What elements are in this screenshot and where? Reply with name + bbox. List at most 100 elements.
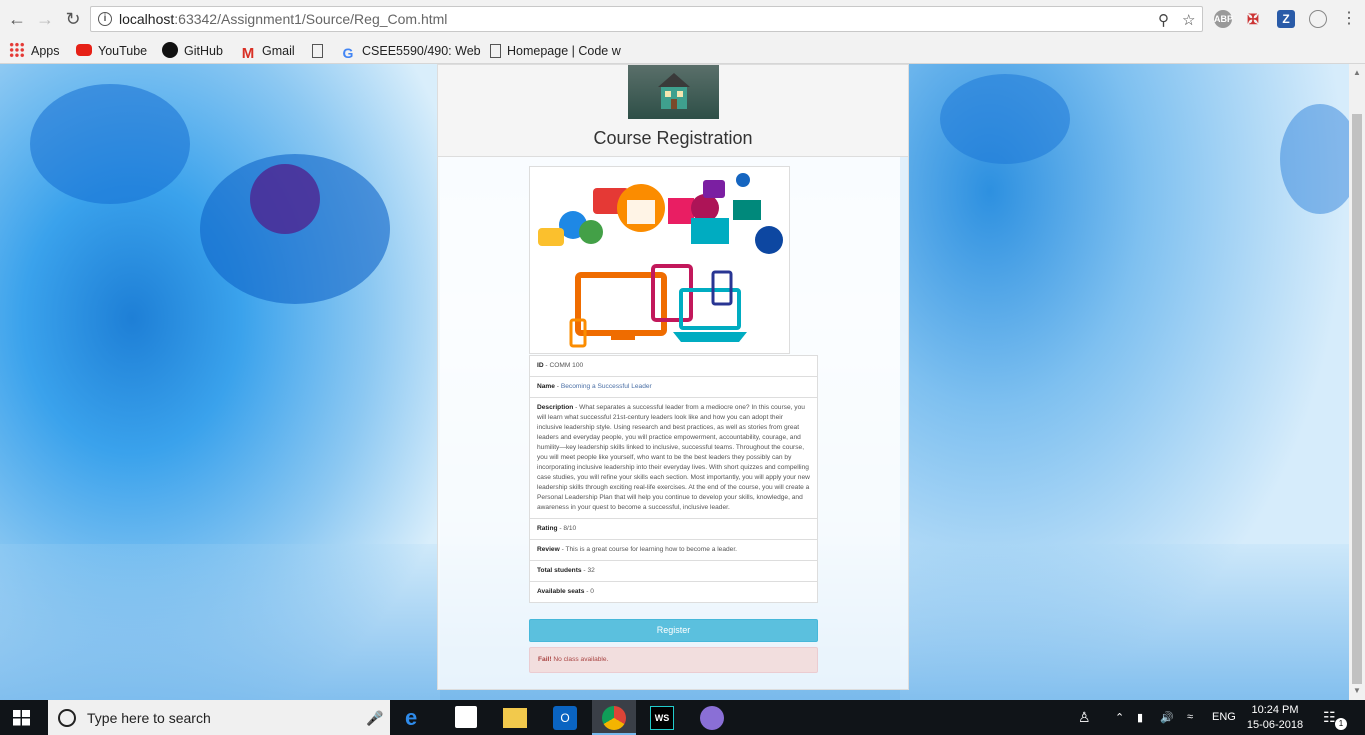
bookmark-label: YouTube (98, 44, 148, 58)
scrollbar-thumb[interactable] (1352, 114, 1362, 684)
wifi-icon[interactable]: ≈ (1187, 711, 1193, 723)
fail-alert: Fail! No class available. (529, 647, 818, 673)
id-label: ID (537, 362, 544, 369)
course-details-list: ID - COMM 100 Name - Becoming a Successf… (529, 355, 818, 603)
google-icon: G (342, 45, 354, 61)
bookmark-label: GitHub (184, 44, 223, 58)
students-label: Total students (537, 567, 582, 574)
file-explorer-icon[interactable] (503, 708, 527, 728)
pdf-extension-icon[interactable]: ✠ (1244, 10, 1262, 28)
page-scrollbar[interactable]: ▲ ▼ (1349, 64, 1365, 700)
description-label: Description (537, 404, 574, 411)
orchid-petal (30, 84, 190, 204)
outlook-icon[interactable]: O (553, 706, 577, 730)
search-placeholder: Type here to search (87, 710, 211, 726)
page-viewport: Course Registration ID - COMM 100 Name -… (0, 64, 1349, 700)
people-icon[interactable]: ♙ (1078, 709, 1091, 726)
alert-strong: Fail! (538, 656, 552, 663)
scroll-down-icon[interactable]: ▼ (1353, 686, 1361, 695)
page-title: Course Registration (593, 128, 753, 148)
forward-arrow-icon[interactable]: → (34, 8, 56, 30)
page-icon (312, 44, 323, 58)
battery-icon[interactable]: ▮ (1137, 711, 1143, 724)
windows-taskbar: Type here to search 🎤 e O WS ♙ ⌃ ▮ 🔊 ≈ E… (0, 700, 1365, 735)
orchid-center (250, 164, 320, 234)
reload-icon[interactable]: ↻ (62, 8, 84, 30)
register-button[interactable]: Register (529, 619, 818, 642)
review-label: Review (537, 546, 560, 553)
url-host: localhost (119, 11, 175, 27)
course-name-row: Name - Becoming a Successful Leader (529, 376, 818, 398)
alert-text: No class available. (553, 656, 609, 663)
gmail-icon: M (241, 45, 255, 62)
bookmark-github[interactable]: GitHub (162, 42, 223, 60)
chrome-icon (602, 706, 626, 730)
course-review-row: Review - This is a great course for lear… (529, 539, 818, 561)
language-indicator[interactable]: ENG (1212, 711, 1236, 723)
bookmark-csee[interactable]: G CSEE5590/490: Web (340, 42, 481, 61)
card-header: Course Registration (438, 65, 908, 157)
edge-browser-icon[interactable]: e (405, 706, 429, 730)
menu-kebab-icon[interactable]: ⋮ (1338, 8, 1360, 30)
back-arrow-icon[interactable]: ← (6, 8, 28, 30)
store-icon[interactable] (455, 706, 477, 728)
bookmark-label: Apps (31, 44, 60, 58)
course-illustration (529, 166, 790, 354)
clock-date: 15-06-2018 (1246, 719, 1304, 731)
youtube-icon (76, 44, 92, 56)
course-students-row: Total students - 32 (529, 560, 818, 582)
bookmark-label: Homepage | Code w (507, 44, 621, 58)
course-description-row: Description - What separates a successfu… (529, 397, 818, 519)
orchid-petal (940, 74, 1070, 164)
bookmark-gmail[interactable]: M Gmail (240, 42, 295, 62)
id-value: COMM 100 (549, 362, 584, 369)
taskbar-clock[interactable]: 10:24 PM 15-06-2018 (1245, 703, 1305, 733)
github-icon (162, 42, 178, 58)
rating-value: 8/10 (563, 525, 577, 532)
volume-icon[interactable]: 🔊 (1160, 711, 1174, 724)
address-bar[interactable]: i localhost:63342/Assignment1/Source/Reg… (90, 6, 1203, 32)
browser-toolbar: ← → ↻ i localhost:63342/Assignment1/Sour… (0, 0, 1365, 38)
scroll-up-icon[interactable]: ▲ (1353, 68, 1361, 77)
clock-time: 10:24 PM (1251, 704, 1299, 716)
webstorm-icon[interactable]: WS (650, 706, 674, 730)
windows-start-icon[interactable] (13, 710, 30, 726)
name-value: Becoming a Successful Leader (560, 383, 652, 390)
bookmark-label: Gmail (262, 44, 295, 58)
bookmarks-bar: Apps YouTube GitHub M Gmail G CSEE5590/490… (0, 38, 1365, 64)
rating-label: Rating (537, 525, 558, 532)
students-value: 32 (587, 567, 595, 574)
url-path: :63342/Assignment1/Source/Reg_Com.html (174, 11, 448, 27)
bookmark-homepage[interactable]: Homepage | Code w (490, 42, 621, 60)
tray-chevron-icon[interactable]: ⌃ (1115, 711, 1124, 724)
extension-circle-icon[interactable] (1309, 10, 1327, 28)
taskbar-search-box[interactable]: Type here to search 🎤 (48, 700, 390, 735)
name-label: Name (537, 383, 555, 390)
action-center-icon[interactable]: ☷ (1323, 709, 1336, 726)
info-icon[interactable]: i (98, 12, 112, 26)
course-id-row: ID - COMM 100 (529, 355, 818, 377)
adblock-plus-icon[interactable]: ABP (1214, 10, 1233, 28)
house-logo-image (628, 65, 719, 119)
notification-badge: 1 (1335, 718, 1347, 730)
zoom-search-icon[interactable]: ⚲ (1158, 11, 1169, 29)
apps-grid-icon (9, 42, 25, 58)
url-text[interactable]: localhost:63342/Assignment1/Source/Reg_C… (119, 11, 447, 27)
description-value: What separates a successful leader from … (537, 404, 810, 511)
page-icon (490, 44, 501, 58)
course-seats-row: Available seats - 0 (529, 581, 818, 603)
cortana-icon (58, 709, 76, 727)
chrome-taskbar-item[interactable] (592, 700, 636, 735)
github-desktop-icon[interactable] (700, 706, 724, 730)
zotero-icon[interactable]: Z (1277, 10, 1295, 28)
bookmark-youtube[interactable]: YouTube (76, 42, 147, 60)
bookmark-label: CSEE5590/490: Web (362, 44, 481, 58)
bookmark-star-icon[interactable]: ☆ (1182, 11, 1195, 29)
bookmark-apps[interactable]: Apps (9, 42, 60, 60)
seats-value: 0 (590, 588, 594, 595)
registration-card: Course Registration ID - COMM 100 Name -… (437, 64, 909, 690)
review-value: This is a great course for learning how … (565, 546, 738, 553)
course-rating-row: Rating - 8/10 (529, 518, 818, 540)
bookmark-page[interactable] (312, 42, 329, 60)
microphone-icon[interactable]: 🎤 (366, 710, 383, 727)
